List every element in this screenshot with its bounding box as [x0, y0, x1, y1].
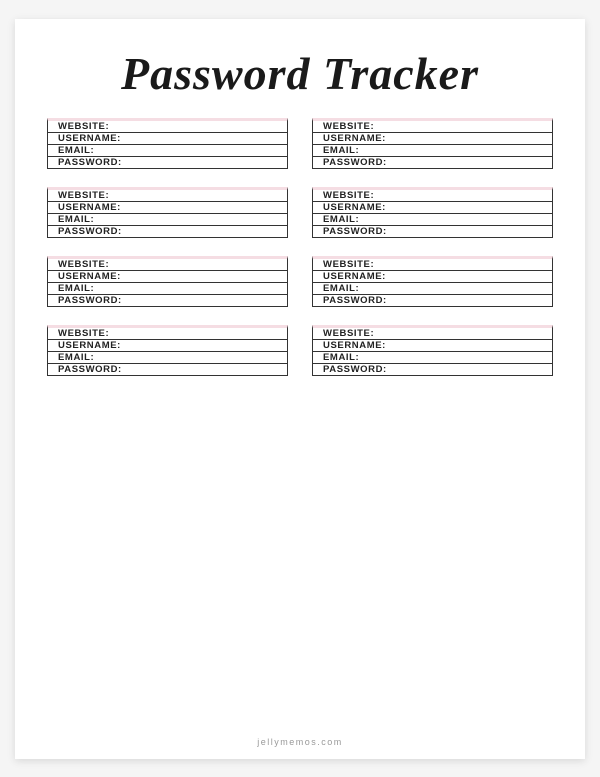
page-title: Password Tracker — [47, 47, 553, 100]
email-label: EMAIL: — [58, 283, 94, 294]
field-row[interactable]: WEBSITE: — [313, 190, 552, 202]
field-row[interactable]: PASSWORD: — [48, 157, 287, 168]
password-card: WEBSITE: USERNAME: EMAIL: PASSWORD: — [47, 187, 288, 238]
field-row[interactable]: USERNAME: — [313, 202, 552, 214]
field-row[interactable]: EMAIL: — [48, 145, 287, 157]
website-label: WEBSITE: — [58, 328, 109, 339]
website-label: WEBSITE: — [323, 328, 374, 339]
field-row[interactable]: EMAIL: — [313, 283, 552, 295]
field-row[interactable]: EMAIL: — [313, 145, 552, 157]
password-card: WEBSITE: USERNAME: EMAIL: PASSWORD: — [312, 325, 553, 376]
password-card: WEBSITE: USERNAME: EMAIL: PASSWORD: — [312, 118, 553, 169]
field-row[interactable]: USERNAME: — [313, 340, 552, 352]
field-row[interactable]: PASSWORD: — [48, 226, 287, 237]
password-card: WEBSITE: USERNAME: EMAIL: PASSWORD: — [47, 256, 288, 307]
field-row[interactable]: PASSWORD: — [313, 226, 552, 237]
website-label: WEBSITE: — [58, 259, 109, 270]
field-row[interactable]: PASSWORD: — [313, 157, 552, 168]
field-row[interactable]: WEBSITE: — [313, 121, 552, 133]
card-grid: WEBSITE: USERNAME: EMAIL: PASSWORD: WEBS… — [47, 118, 553, 376]
username-label: USERNAME: — [323, 271, 386, 282]
password-label: PASSWORD: — [58, 157, 122, 168]
password-card: WEBSITE: USERNAME: EMAIL: PASSWORD: — [47, 325, 288, 376]
username-label: USERNAME: — [58, 202, 121, 213]
password-label: PASSWORD: — [58, 295, 122, 306]
field-row[interactable]: USERNAME: — [313, 133, 552, 145]
email-label: EMAIL: — [323, 214, 359, 225]
email-label: EMAIL: — [323, 352, 359, 363]
email-label: EMAIL: — [58, 145, 94, 156]
field-row[interactable]: USERNAME: — [48, 340, 287, 352]
field-row[interactable]: USERNAME: — [313, 271, 552, 283]
password-card: WEBSITE: USERNAME: EMAIL: PASSWORD: — [312, 187, 553, 238]
email-label: EMAIL: — [323, 283, 359, 294]
website-label: WEBSITE: — [323, 190, 374, 201]
username-label: USERNAME: — [58, 340, 121, 351]
website-label: WEBSITE: — [58, 190, 109, 201]
password-label: PASSWORD: — [323, 295, 387, 306]
field-row[interactable]: WEBSITE: — [48, 328, 287, 340]
field-row[interactable]: PASSWORD: — [313, 295, 552, 306]
password-card: WEBSITE: USERNAME: EMAIL: PASSWORD: — [312, 256, 553, 307]
password-label: PASSWORD: — [323, 226, 387, 237]
password-label: PASSWORD: — [58, 226, 122, 237]
field-row[interactable]: WEBSITE: — [48, 259, 287, 271]
field-row[interactable]: EMAIL: — [313, 352, 552, 364]
website-label: WEBSITE: — [323, 259, 374, 270]
field-row[interactable]: PASSWORD: — [48, 295, 287, 306]
username-label: USERNAME: — [323, 202, 386, 213]
field-row[interactable]: PASSWORD: — [313, 364, 552, 375]
field-row[interactable]: WEBSITE: — [313, 328, 552, 340]
field-row[interactable]: PASSWORD: — [48, 364, 287, 375]
field-row[interactable]: USERNAME: — [48, 133, 287, 145]
password-label: PASSWORD: — [58, 364, 122, 375]
username-label: USERNAME: — [323, 340, 386, 351]
page: Password Tracker WEBSITE: USERNAME: EMAI… — [15, 19, 585, 759]
field-row[interactable]: EMAIL: — [313, 214, 552, 226]
username-label: USERNAME: — [58, 271, 121, 282]
field-row[interactable]: USERNAME: — [48, 271, 287, 283]
field-row[interactable]: WEBSITE: — [313, 259, 552, 271]
username-label: USERNAME: — [58, 133, 121, 144]
website-label: WEBSITE: — [323, 121, 374, 132]
field-row[interactable]: EMAIL: — [48, 214, 287, 226]
field-row[interactable]: EMAIL: — [48, 283, 287, 295]
field-row[interactable]: USERNAME: — [48, 202, 287, 214]
email-label: EMAIL: — [323, 145, 359, 156]
field-row[interactable]: WEBSITE: — [48, 121, 287, 133]
username-label: USERNAME: — [323, 133, 386, 144]
field-row[interactable]: EMAIL: — [48, 352, 287, 364]
password-label: PASSWORD: — [323, 364, 387, 375]
email-label: EMAIL: — [58, 214, 94, 225]
footer-credit: jellymemos.com — [15, 737, 585, 747]
website-label: WEBSITE: — [58, 121, 109, 132]
email-label: EMAIL: — [58, 352, 94, 363]
password-card: WEBSITE: USERNAME: EMAIL: PASSWORD: — [47, 118, 288, 169]
field-row[interactable]: WEBSITE: — [48, 190, 287, 202]
password-label: PASSWORD: — [323, 157, 387, 168]
